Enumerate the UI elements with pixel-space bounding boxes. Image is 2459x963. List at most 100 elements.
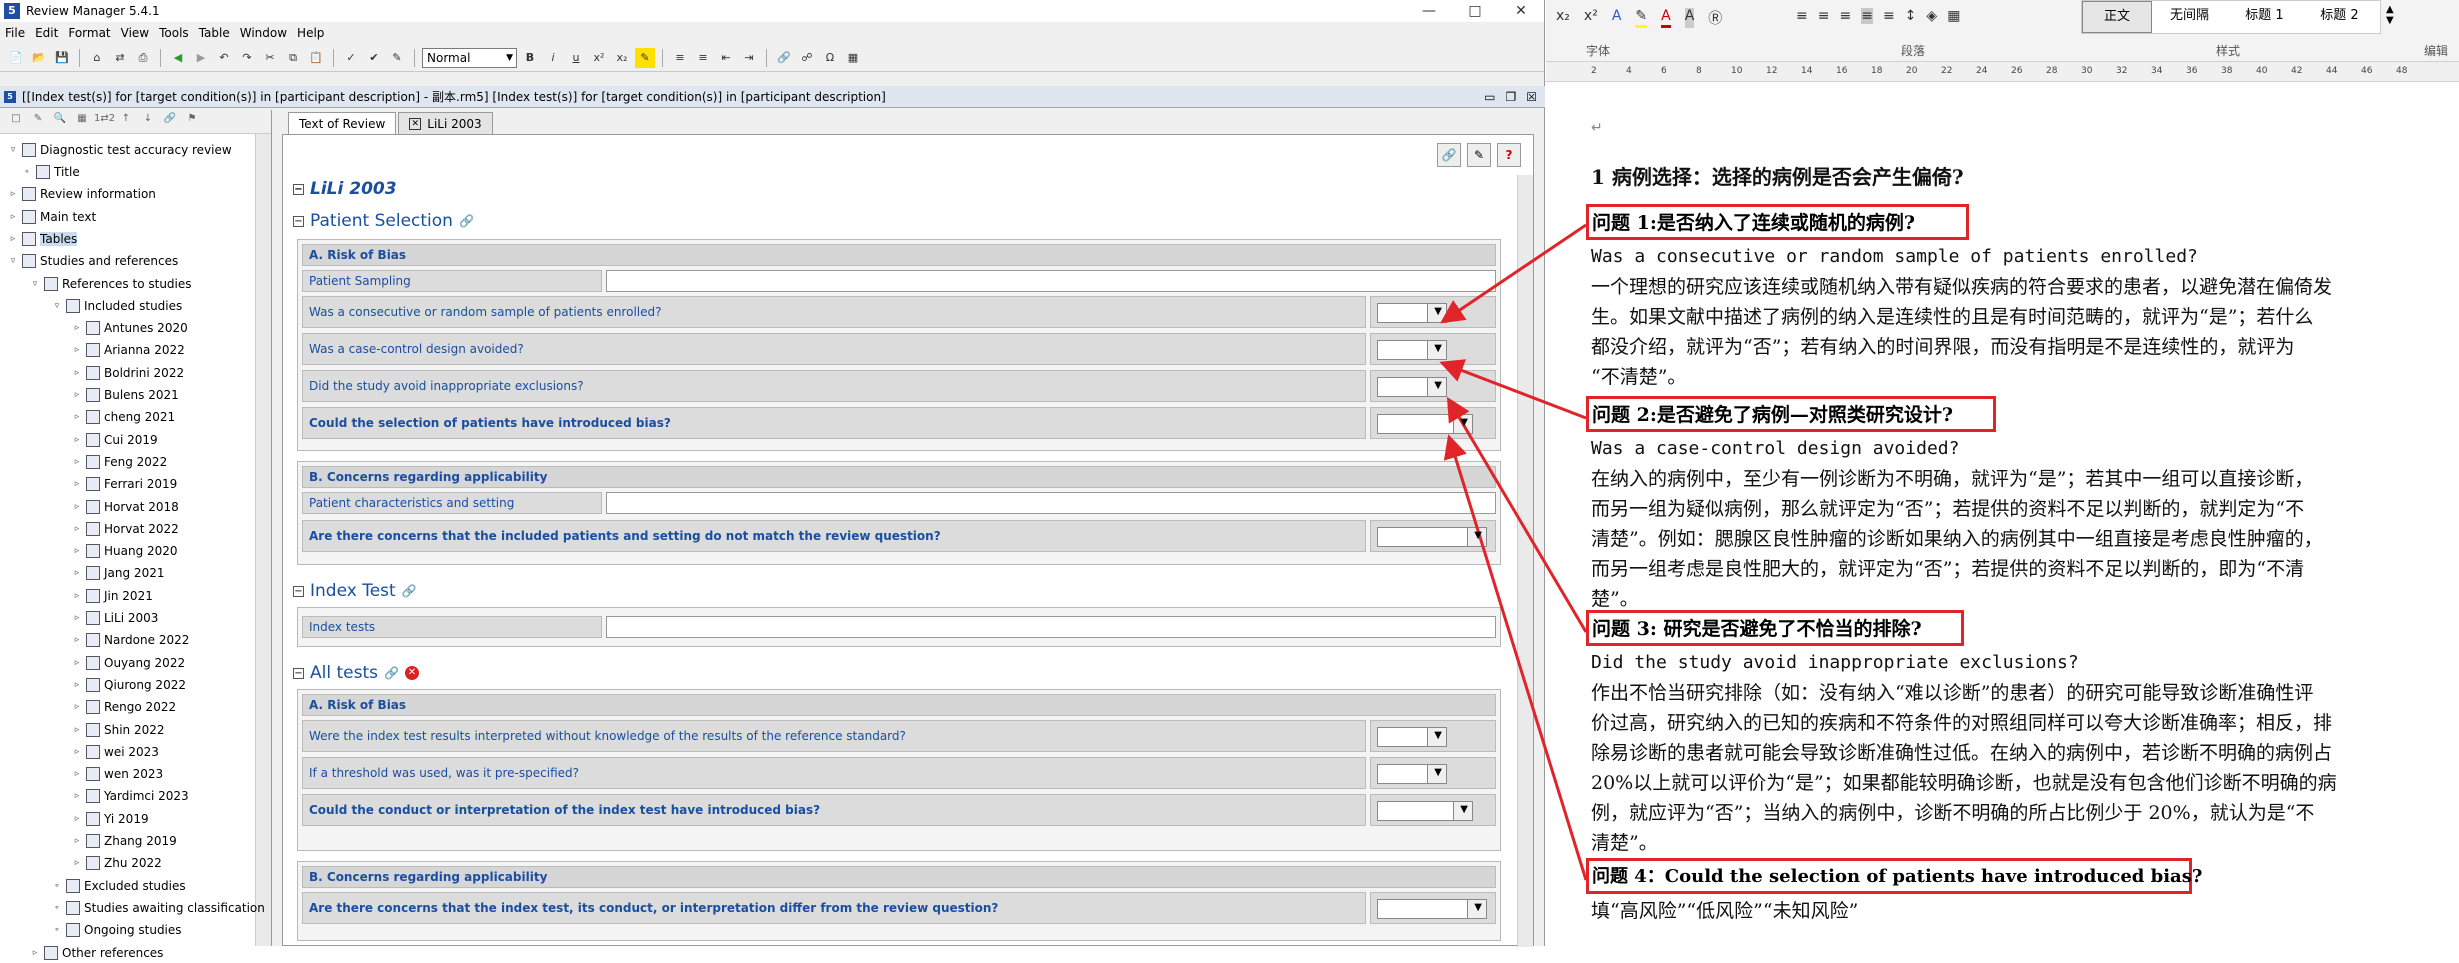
tree-study[interactable]: ▹ Huang 2020 (72, 541, 178, 561)
style-no-spacing[interactable]: 无间隔 (2152, 1, 2227, 33)
tree-edit-icon[interactable]: ✎ (28, 113, 48, 131)
notes-icon[interactable]: ✎ (1467, 143, 1491, 167)
bullet-icon[interactable]: ∘ (52, 881, 62, 891)
tree-root[interactable]: ▿ Diagnostic test accuracy review (8, 140, 232, 160)
format-icon[interactable]: ✎ (387, 48, 407, 68)
bullet-icon[interactable]: ∘ (22, 167, 32, 177)
collapse-icon[interactable]: ▿ (8, 256, 18, 266)
style-heading2[interactable]: 标题 2 (2302, 1, 2377, 33)
help-icon[interactable]: ? (1497, 143, 1521, 167)
char-shading-icon[interactable]: A (1684, 8, 1695, 28)
tree-compare-icon[interactable]: 1⇄2 (94, 113, 115, 131)
highlight-icon[interactable]: ✎ (1635, 8, 1648, 28)
new-icon[interactable]: 📄 (6, 48, 26, 68)
doc-restore-icon[interactable]: ❐ (1505, 90, 1516, 104)
numbered-list-icon[interactable]: ≡ (693, 48, 713, 68)
tree-study[interactable]: ▹ Ouyang 2022 (72, 653, 185, 673)
tree-item-studies-and-references[interactable]: ▿ Studies and references (8, 251, 178, 271)
borders-icon[interactable]: ▦ (1947, 8, 1960, 24)
omega-icon[interactable]: Ω (820, 48, 840, 68)
expand-icon[interactable]: ▹ (72, 568, 82, 578)
index-tests-input[interactable] (606, 616, 1496, 638)
expand-icon[interactable]: ▹ (72, 725, 82, 735)
tree-study[interactable]: ▹ Antunes 2020 (72, 318, 188, 338)
menu-table[interactable]: Table (194, 26, 235, 40)
expand-icon[interactable]: ▹ (72, 502, 82, 512)
sync-icon[interactable]: ⇄ (110, 48, 130, 68)
menu-file[interactable]: File (0, 26, 30, 40)
tree-item-included-studies[interactable]: ▿ Included studies (52, 296, 182, 316)
redo-icon[interactable]: ↷ (237, 48, 257, 68)
expand-icon[interactable]: ▹ (72, 613, 82, 623)
tree-study[interactable]: ▹ Nardone 2022 (72, 630, 189, 650)
text-effects-icon[interactable]: A (1612, 8, 1622, 28)
italic-icon[interactable]: i (543, 48, 563, 68)
styles-scroll-icon[interactable]: ▲ ▼ (2386, 4, 2394, 26)
tree-item-ongoing-studies[interactable]: ∘ Ongoing studies (52, 920, 182, 940)
collapse-icon[interactable]: − (293, 215, 304, 227)
tree-flag-icon[interactable]: ⚑ (182, 113, 202, 131)
expand-icon[interactable]: ▹ (8, 212, 18, 222)
indent-icon[interactable]: ⇥ (739, 48, 759, 68)
tree-add-icon[interactable]: □ (6, 113, 26, 131)
tree-study[interactable]: ▹ cheng 2021 (72, 407, 175, 427)
tree-study[interactable]: ▹ Horvat 2022 (72, 519, 179, 539)
bold-icon[interactable]: B (520, 48, 540, 68)
justify-icon[interactable]: ≡ (1861, 8, 1873, 24)
tree-study[interactable]: ▹ Rengo 2022 (72, 697, 176, 717)
expand-icon[interactable]: ▹ (72, 390, 82, 400)
close-tab-icon[interactable]: ✕ (409, 117, 422, 130)
tab-text-of-review[interactable]: Text of Review (288, 112, 397, 134)
collapse-icon[interactable]: ▿ (52, 301, 62, 311)
encircle-icon[interactable]: Ⓡ (1708, 8, 1722, 28)
minimize-icon[interactable]: — (1406, 3, 1452, 19)
tree-find-icon[interactable]: 🔍 (50, 113, 70, 131)
shading-icon[interactable]: ◈ (1926, 8, 1937, 24)
tree-study[interactable]: ▹ Feng 2022 (72, 452, 167, 472)
tree-props-icon[interactable]: ▦ (72, 113, 92, 131)
collapse-icon[interactable]: ▿ (8, 145, 18, 155)
undo-icon[interactable]: ↶ (214, 48, 234, 68)
tree-item-review-information[interactable]: ▹ Review information (8, 184, 156, 204)
answer-dropdown[interactable]: ▼ (1377, 764, 1447, 784)
collapse-icon[interactable]: − (293, 667, 304, 679)
unlink-icon[interactable]: ☍ (797, 48, 817, 68)
menu-tools[interactable]: Tools (154, 26, 194, 40)
superscript-icon[interactable]: x² (589, 48, 609, 68)
subscript-icon[interactable]: x₂ (1556, 8, 1570, 28)
risk-dropdown[interactable]: ▼ (1377, 801, 1473, 821)
tab-lili-2003[interactable]: ✕ LiLi 2003 (398, 112, 493, 134)
print-icon[interactable]: ⎙ (133, 48, 153, 68)
answer-dropdown[interactable]: ▼ (1377, 303, 1447, 323)
patient-sampling-input[interactable] (606, 270, 1496, 292)
table-icon[interactable]: ▦ (843, 48, 863, 68)
font-color-icon[interactable]: A (1661, 8, 1671, 28)
expand-icon[interactable]: ▹ (72, 702, 82, 712)
concern-dropdown[interactable]: ▼ (1377, 527, 1487, 547)
link-icon[interactable]: 🔗 (774, 48, 794, 68)
expand-icon[interactable]: ▹ (72, 836, 82, 846)
link-icon[interactable]: 🔗 (402, 584, 417, 598)
subscript-icon[interactable]: x₂ (612, 48, 632, 68)
tree-study[interactable]: ▹ Qiurong 2022 (72, 675, 186, 695)
tree-study[interactable]: ▹ Yardimci 2023 (72, 786, 189, 806)
copy-icon[interactable]: ⧉ (283, 48, 303, 68)
tree-scrollbar[interactable] (255, 134, 271, 946)
tree-study[interactable]: ▹ Horvat 2018 (72, 497, 179, 517)
expand-icon[interactable]: ▹ (72, 658, 82, 668)
highlight-icon[interactable]: ✎ (635, 47, 655, 68)
expand-icon[interactable]: ▹ (8, 189, 18, 199)
expand-icon[interactable]: ▹ (72, 791, 82, 801)
expand-icon[interactable]: ▹ (72, 769, 82, 779)
bullet-list-icon[interactable]: ≡ (670, 48, 690, 68)
superscript-icon[interactable]: x² (1584, 8, 1598, 28)
open-icon[interactable]: 📂 (29, 48, 49, 68)
tree-study[interactable]: ▹ Ferrari 2019 (72, 474, 177, 494)
expand-icon[interactable]: ▹ (72, 323, 82, 333)
tree-item-references-to-studies[interactable]: ▿ References to studies (30, 274, 192, 294)
link-study-icon[interactable]: 🔗 (1437, 143, 1461, 167)
tree-down-icon[interactable]: ↓ (138, 113, 158, 131)
distributed-icon[interactable]: ≡ (1883, 8, 1895, 24)
expand-icon[interactable]: ▹ (72, 591, 82, 601)
tree-item-main-text[interactable]: ▹ Main text (8, 207, 96, 227)
